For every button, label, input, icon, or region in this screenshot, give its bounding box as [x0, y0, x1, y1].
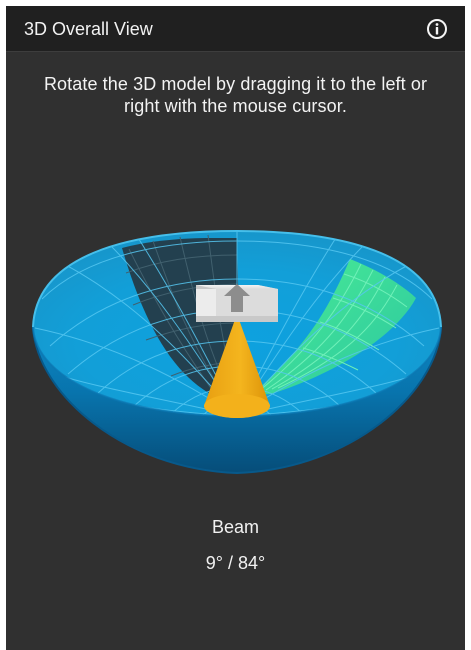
info-icon[interactable] — [426, 18, 448, 40]
3d-hemisphere-model — [32, 229, 442, 475]
info-icon-graphic — [427, 19, 447, 39]
panel-header: 3D Overall View — [6, 6, 465, 52]
3d-model-viewport[interactable] — [6, 186, 465, 506]
beam-value: 9° / 84° — [205, 553, 266, 573]
rotation-instructions: Rotate the 3D model by dragging it to th… — [43, 74, 428, 116]
beam-label: Beam — [211, 517, 260, 537]
overall-view-panel: 3D Overall View Rotate the 3D model by d… — [6, 6, 465, 650]
panel-title: 3D Overall View — [24, 19, 153, 39]
